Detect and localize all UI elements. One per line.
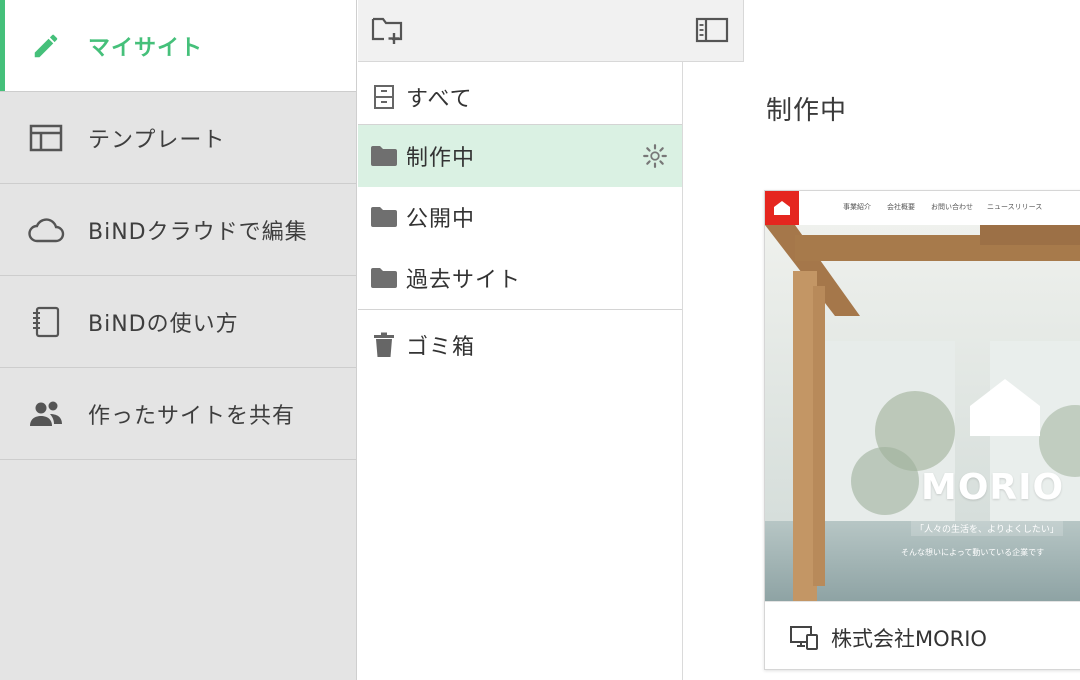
nav-label-share: 作ったサイトを共有 [88,403,296,429]
nav-label-bind-cloud: BiNDクラウドで編集 [88,219,308,245]
new-folder-button[interactable] [368,12,408,52]
gear-icon[interactable] [640,141,670,171]
folder-row-trash[interactable]: ゴミ箱 [358,314,682,376]
nav-label-my-site: マイサイト [88,35,204,61]
toggle-panel-button[interactable] [692,12,732,52]
folder-row-in-production[interactable]: 制作中 [358,125,682,187]
pencil-icon [26,26,66,66]
thumbnail-menu-item: 事業紹介 [843,203,871,211]
folder-label-trash: ゴミ箱 [406,335,476,360]
folder-row-past-sites[interactable]: 過去サイト [358,247,682,309]
site-card[interactable]: 事業紹介 会社概要 お問い合わせ ニュースリリース MORIO 「人々の生活を、… [764,190,1080,670]
notebook-icon [26,302,66,342]
nav-item-bind-cloud[interactable]: BiNDクラウドで編集 [0,184,356,276]
folder-label-published: 公開中 [406,207,476,232]
trash-icon [370,331,398,359]
divider [358,309,682,310]
panel-toggle-icon [695,17,729,47]
nav-label-templates: テンプレート [88,127,226,153]
thumbnail-menu-item: ニュースリリース [987,203,1043,211]
page-title: 制作中 [766,96,848,126]
nav-item-share[interactable]: 作ったサイトを共有 [0,368,356,460]
nav-item-my-site[interactable]: マイサイト [0,0,356,92]
folder-icon [370,264,398,292]
folder-label-in-production: 制作中 [406,146,476,171]
folder-toolbar [358,0,744,62]
thumbnail-subline: そんな想いによって動いている企業です [901,548,1045,557]
thumbnail-brand: MORIO [921,467,1065,508]
users-icon [26,394,66,434]
site-card-footer: 株式会社MORIO [765,601,1080,669]
site-thumbnail[interactable]: 事業紹介 会社概要 お問い合わせ ニュースリリース MORIO 「人々の生活を、… [765,191,1080,601]
cloud-icon [26,210,66,250]
thumbnail-menu-item: 会社概要 [887,203,915,211]
layout-icon [26,118,66,158]
folder-plus-icon [370,15,406,49]
thumbnail-menu-item: お問い合わせ [931,203,973,211]
folder-row-published[interactable]: 公開中 [358,186,682,248]
thumbnail-tagline: 「人々の生活を、よりよくしたい」 [911,521,1063,536]
thumbnail-photo [765,191,1080,601]
folder-label-all: すべて [406,87,473,112]
folder-icon [370,142,398,170]
nav-label-how-to-use: BiNDの使い方 [88,311,239,337]
sidebar-nav: マイサイト テンプレート BiNDクラウドで編集 BiNDの使い方 作ったサイト… [0,0,357,680]
responsive-device-icon [789,624,819,652]
house-logo-icon [765,191,799,225]
folder-label-past-sites: 過去サイト [406,268,522,293]
folder-panel: すべて 制作中 公開中 過去サイト ゴミ箱 [358,0,744,680]
nav-item-how-to-use[interactable]: BiNDの使い方 [0,276,356,368]
nav-item-templates[interactable]: テンプレート [0,92,356,184]
folder-row-all[interactable]: すべて [358,66,682,128]
folder-icon [370,203,398,231]
site-card-title: 株式会社MORIO [831,627,987,651]
cabinet-icon [370,83,398,111]
